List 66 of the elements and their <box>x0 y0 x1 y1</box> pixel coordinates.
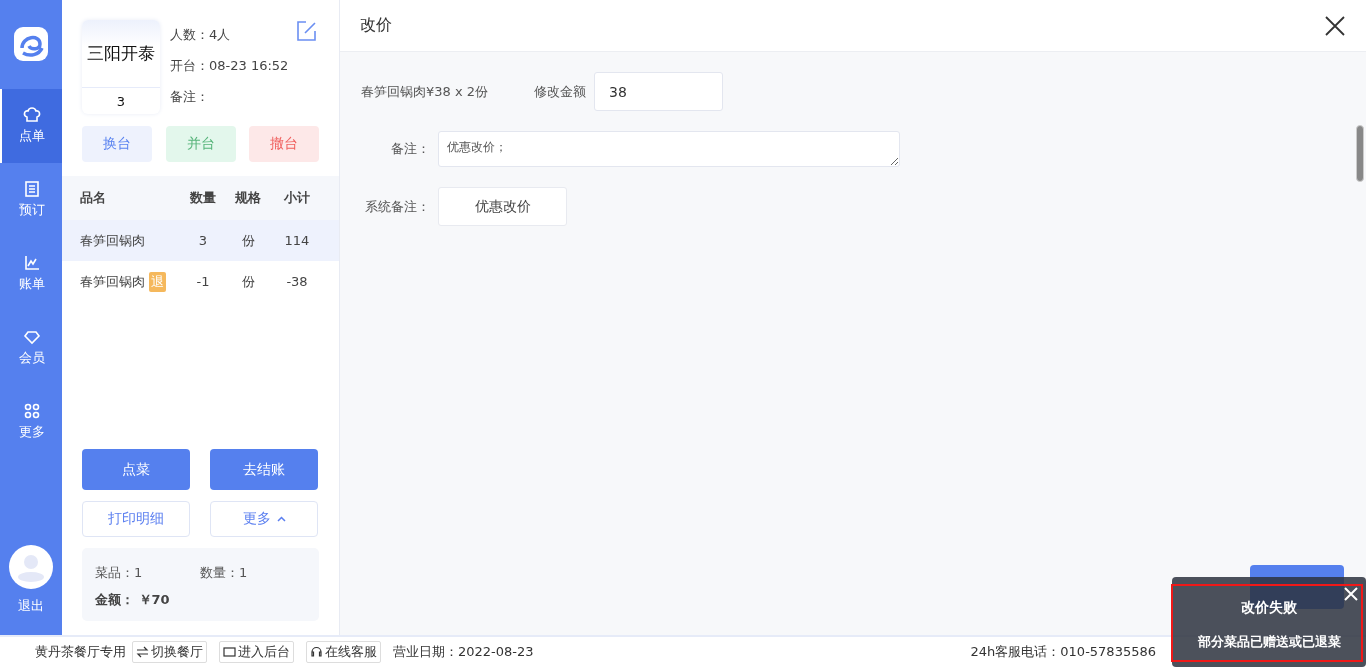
nav-item[interactable]: 账单 <box>0 237 62 311</box>
guest-count: 人数：4人 <box>170 26 232 44</box>
system-note-label: 系统备注： <box>364 197 430 216</box>
table-cell-text: -38 <box>285 274 309 289</box>
table-cell-text: -1 <box>195 274 211 289</box>
nav-item[interactable]: 预订 <box>0 163 62 237</box>
table-cell-text: 3 <box>197 233 209 248</box>
table-action-button[interactable]: 撤台 <box>249 126 319 162</box>
monitor-icon <box>223 646 236 658</box>
note-textarea[interactable]: 优惠改价； <box>438 131 900 167</box>
amount-label: 修改金额 <box>534 82 587 101</box>
dish-price: 春笋回锅肉¥38 x 2份 <box>361 82 489 101</box>
notebook-icon <box>23 181 41 197</box>
column-header: 品名 <box>80 189 107 207</box>
chart-icon <box>23 255 41 271</box>
scrollbar[interactable] <box>1356 125 1364 182</box>
status-link[interactable]: 切换餐厅 <box>132 641 207 663</box>
action-button[interactable]: 更多 <box>210 501 318 537</box>
chef-hat-icon <box>23 107 41 123</box>
status-link[interactable]: 进入后台 <box>219 641 294 663</box>
refund-tag: 退 <box>149 271 166 292</box>
table-cell-text: 份 <box>240 272 256 291</box>
business-date: 营业日期：2022-08-23 <box>393 643 534 661</box>
table-number: 3 <box>115 92 127 111</box>
table-action-button[interactable]: 并台 <box>165 126 236 162</box>
column-header: 小计 <box>283 189 311 207</box>
caret-icon <box>276 516 286 522</box>
edit-icon[interactable] <box>295 20 317 42</box>
close-icon[interactable] <box>1324 14 1346 37</box>
toast-title: 改价失败 <box>1241 599 1297 617</box>
nav-item[interactable]: 会员 <box>0 311 62 385</box>
swap-arrows-icon <box>136 646 149 658</box>
dish-name: 春笋回锅肉 <box>80 231 146 250</box>
avatar-icon[interactable] <box>9 545 53 589</box>
column-header: 规格 <box>234 189 262 207</box>
system-note-chip[interactable]: 优惠改价 <box>438 187 567 226</box>
headset-icon <box>310 646 323 658</box>
action-button[interactable]: 点菜 <box>82 449 190 490</box>
order-row[interactable]: 春笋回锅肉 3 份 114 <box>62 220 339 261</box>
table-cell-text: 份 <box>240 231 256 250</box>
logout-link[interactable]: 退出 <box>0 597 62 615</box>
store-name: 黄丹茶餐厅专用 <box>35 643 126 661</box>
action-button[interactable]: 去结账 <box>210 449 318 490</box>
hotline: 24h客服电话：010-57835586 <box>970 643 1156 661</box>
logo-icon <box>13 26 49 62</box>
nav-item[interactable]: 更多 <box>0 385 62 459</box>
nav-item[interactable]: 点单 <box>0 89 62 163</box>
diamond-icon <box>23 329 41 345</box>
dialog-title: 改价 <box>360 15 392 36</box>
table-action-button[interactable]: 换台 <box>82 126 152 162</box>
total-amount: 金额： ￥70 <box>95 591 171 609</box>
action-button[interactable]: 打印明细 <box>82 501 190 537</box>
item-count: 菜品：1 <box>95 564 144 582</box>
dish-name: 春笋回锅肉 退 <box>80 271 183 292</box>
note-label: 备注： <box>390 140 430 158</box>
amount-input[interactable]: 38 <box>594 72 724 111</box>
table-cell-text: 114 <box>283 233 311 248</box>
table-name: 三阳开泰 <box>82 20 160 88</box>
quantity-count: 数量：1 <box>200 564 249 582</box>
status-link[interactable]: 在线客服 <box>306 641 381 663</box>
grid-icon <box>23 403 41 419</box>
table-card[interactable]: 三阳开泰 3 <box>82 20 160 114</box>
toast-message: 部分菜品已赠送或已退菜 <box>1197 633 1341 651</box>
column-header: 数量 <box>189 189 217 207</box>
open-time: 开台：08-23 16:52 <box>170 57 289 75</box>
note-label: 备注： <box>170 88 210 106</box>
